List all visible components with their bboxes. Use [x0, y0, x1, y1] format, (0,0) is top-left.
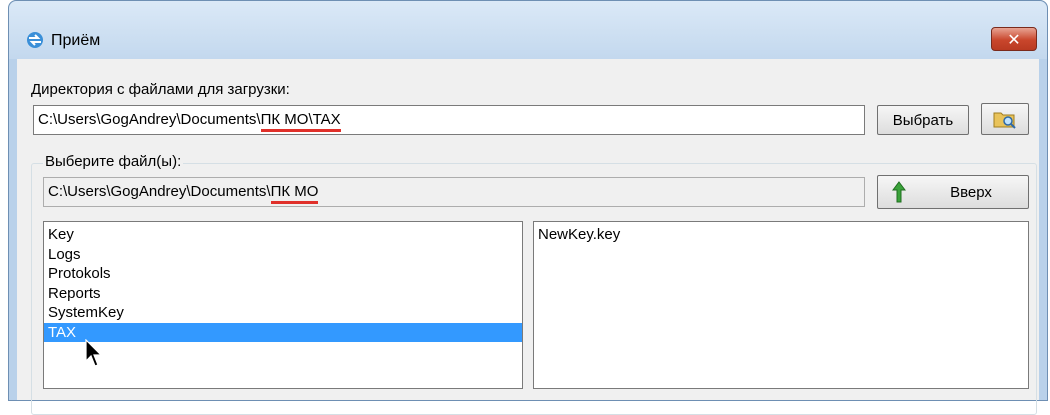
window-title: Приём [51, 32, 101, 49]
arrow-up-icon [892, 181, 906, 203]
folder-list-item[interactable]: Logs [44, 245, 522, 265]
mouse-pointer-icon [85, 339, 103, 367]
close-button[interactable]: ✕ [991, 27, 1037, 51]
source-path-prefix: C:\Users\GogAndrey\Documents\ [38, 111, 261, 128]
exchange-icon [27, 32, 43, 48]
source-path-input[interactable]: C:\Users\GogAndrey\Documents\ПК МО\TAX [33, 105, 865, 135]
source-directory-label: Директория с файлами для загрузки: [31, 81, 290, 98]
file-list[interactable]: NewKey.key [533, 221, 1029, 389]
folder-list-item[interactable]: Reports [44, 284, 522, 304]
up-button[interactable]: Вверх [877, 175, 1029, 209]
file-picker-label: Выберите файл(ы): [43, 153, 184, 170]
up-button-label: Вверх [950, 183, 992, 201]
title-bar[interactable]: Приём ✕ [9, 1, 1047, 59]
choose-button[interactable]: Выбрать [877, 105, 969, 135]
dialog-body: Директория с файлами для загрузки: C:\Us… [17, 59, 1039, 415]
browse-folder-button[interactable] [981, 103, 1029, 135]
file-list-item[interactable]: NewKey.key [534, 225, 1028, 245]
folder-list-item[interactable]: SystemKey [44, 303, 522, 323]
folder-search-icon [993, 112, 1016, 129]
current-path-field: C:\Users\GogAndrey\Documents\ПК МО [43, 177, 865, 207]
folder-list[interactable]: Key Logs Protokols Reports SystemKey TAX [43, 221, 523, 389]
current-path-prefix: C:\Users\GogAndrey\Documents\ [48, 183, 271, 200]
folder-list-item[interactable]: Key [44, 225, 522, 245]
import-dialog: Приём ✕ Директория с файлами для загрузк… [8, 0, 1048, 415]
close-icon: ✕ [1007, 29, 1021, 49]
folder-list-item[interactable]: Protokols [44, 264, 522, 284]
current-path-highlight: ПК МО [270, 183, 319, 204]
choose-button-label: Выбрать [892, 111, 954, 129]
folder-list-item[interactable]: TAX [44, 322, 522, 342]
source-path-highlight: ПК МО\TAX [260, 111, 341, 132]
